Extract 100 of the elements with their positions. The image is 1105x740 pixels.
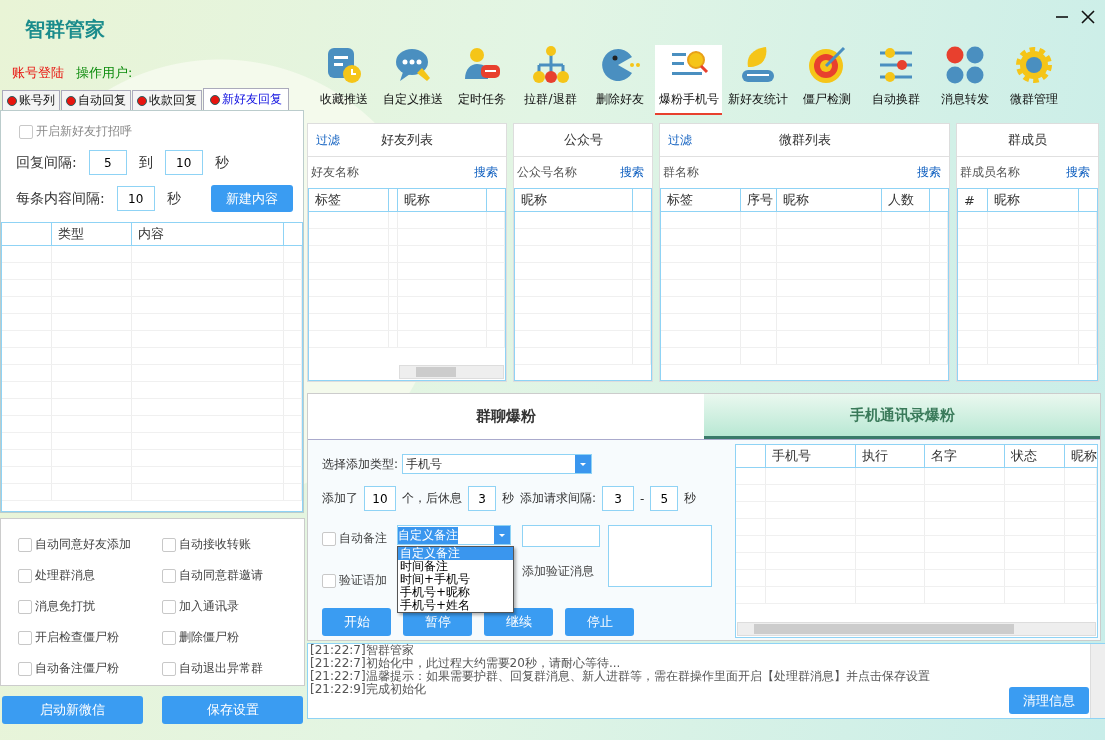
rest-seconds-field[interactable]: 3 (468, 486, 496, 511)
toolbar-button[interactable]: 拉群/退群 (517, 45, 584, 115)
target-icon (806, 45, 847, 85)
type-select[interactable]: 手机号 (402, 454, 593, 474)
option-checkbox[interactable]: 消息免打扰 (18, 598, 162, 615)
toolbar-button[interactable]: 僵尸检测 (793, 45, 860, 115)
filter-link[interactable]: 过滤 (668, 131, 692, 149)
panel-title: 公众号 (563, 131, 603, 149)
panel-title: 微群列表 (778, 131, 831, 149)
verify-checkbox[interactable]: 验证语加 (322, 572, 396, 589)
option-checkbox[interactable]: 处理群消息 (18, 567, 162, 584)
column-header[interactable]: 昵称 (398, 189, 487, 211)
four-dots-icon (944, 45, 985, 85)
rest-label: 个，后休息 (402, 490, 462, 507)
added-count-field[interactable]: 10 (364, 486, 396, 511)
panel-title: 好友列表 (381, 131, 433, 149)
search-link[interactable]: 搜索 (474, 164, 498, 181)
search-label: 群成员名称 (960, 164, 1020, 181)
interval-from-field[interactable]: 5 (88, 150, 127, 175)
horizontal-scrollbar[interactable] (737, 622, 1096, 636)
search-link[interactable]: 搜索 (917, 164, 941, 181)
login-link[interactable]: 账号登陆 (12, 64, 64, 82)
column-header[interactable]: 名字 (925, 445, 1005, 467)
column-header[interactable]: 昵称 (988, 189, 1079, 211)
column-header[interactable]: 类型 (52, 223, 132, 245)
tab[interactable]: 账号列 (2, 90, 60, 110)
unit-label: 秒 (684, 490, 697, 507)
tab[interactable]: 收款回复 (132, 90, 202, 110)
toolbar-button[interactable]: 删除好友 (586, 45, 653, 115)
operator-label: 操作用户: (76, 64, 133, 82)
column-header[interactable]: 手机号 (766, 445, 856, 467)
interval-from-field[interactable]: 3 (602, 486, 635, 511)
content-interval-label: 每条内容间隔: (16, 189, 105, 208)
tab[interactable]: 新好友回复 (203, 88, 289, 110)
option-checkbox[interactable]: 加入通讯录 (162, 598, 304, 615)
reply-interval-label: 回复间隔: (16, 153, 77, 172)
option-checkbox[interactable]: 开启检查僵尸粉 (18, 629, 162, 646)
tab[interactable]: 自动回复 (61, 90, 131, 110)
column-header[interactable]: 人数 (882, 189, 930, 211)
toolbar-button[interactable]: 自定义推送 (379, 45, 446, 115)
column-header[interactable]: 标签 (661, 189, 741, 211)
log-line: [21:22:9]完成初始化 (310, 683, 426, 696)
tab[interactable]: 手机通讯录爆粉 (704, 394, 1100, 439)
unit-label: 秒 (502, 490, 514, 507)
column-header[interactable]: 状态 (1005, 445, 1065, 467)
toolbar-button[interactable]: 微群管理 (1000, 45, 1067, 115)
app-title: 智群管家 (24, 16, 105, 43)
search-link[interactable]: 搜索 (1066, 164, 1090, 181)
type-label: 选择添加类型: (322, 455, 399, 473)
vertical-scrollbar[interactable] (1090, 644, 1105, 718)
option-checkbox[interactable]: 自动备注僵尸粉 (18, 660, 162, 677)
toolbar-button[interactable]: 爆粉手机号 (655, 45, 722, 115)
column-header[interactable]: 标签 (309, 189, 389, 211)
toolbar-button[interactable]: 定时任务 (448, 45, 515, 115)
auto-note-checkbox[interactable]: 自动备注 (322, 530, 387, 547)
interval-label: 添加请求间隔: (520, 490, 597, 507)
column-header[interactable]: 序号 (741, 189, 777, 211)
column-header[interactable]: 昵称 (777, 189, 882, 211)
search-label: 好友名称 (311, 164, 359, 181)
dropdown-option[interactable]: 手机号+昵称 (398, 586, 513, 599)
column-header[interactable]: # (958, 189, 988, 211)
option-checkbox[interactable]: 自动同意好友添加 (18, 536, 162, 553)
column-header[interactable]: 昵称 (515, 189, 633, 211)
status-dot-icon (66, 95, 76, 106)
log-line: [21:22:7]智群管家 (310, 644, 415, 657)
close-icon[interactable] (1081, 10, 1095, 24)
toolbar-button[interactable]: 收藏推送 (310, 45, 377, 115)
toolbar-button[interactable]: 新好友统计 (724, 45, 791, 115)
option-checkbox[interactable]: 删除僵尸粉 (162, 629, 304, 646)
network-icon (530, 45, 571, 85)
option-checkbox[interactable]: 自动接收转账 (162, 536, 304, 553)
column-header[interactable]: 昵称 (1065, 445, 1097, 467)
dash-label: - (640, 491, 645, 506)
panel-title: 群成员 (1008, 131, 1047, 149)
status-dot-icon (137, 95, 147, 106)
gear-icon (1013, 45, 1054, 85)
interval-to-field[interactable]: 5 (650, 486, 679, 511)
to-label: 到 (138, 153, 153, 172)
log-line: [21:22:7]温馨提示：如果需要护群、回复群消息、新人进群等，需在群操作里面开启【处理群消息】并点击保存设置 (310, 670, 931, 683)
search-link[interactable]: 搜索 (620, 164, 644, 181)
toolbar-button[interactable]: 自动换群 (862, 45, 929, 115)
toolbar-button[interactable]: 消息转发 (931, 45, 998, 115)
horizontal-scrollbar[interactable] (399, 365, 504, 379)
note-field[interactable] (522, 525, 600, 547)
column-header[interactable]: 执行 (856, 445, 925, 467)
interval-to-field[interactable]: 10 (164, 150, 203, 175)
status-dot-icon (210, 94, 220, 105)
verify-message-field[interactable] (608, 525, 712, 587)
filter-link[interactable]: 过滤 (316, 131, 340, 149)
dropdown-option[interactable]: 时间+手机号 (398, 573, 513, 586)
column-header[interactable]: 内容 (132, 223, 284, 245)
content-interval-field[interactable]: 10 (116, 186, 155, 211)
dropdown-option[interactable]: 时间备注 (398, 560, 513, 573)
option-checkbox[interactable]: 自动同意群邀请 (162, 567, 304, 584)
added-label: 添加了 (322, 490, 358, 507)
status-dot-icon (7, 95, 17, 106)
search-label: 公众号名称 (517, 164, 577, 181)
log-line: [21:22:7]初始化中，此过程大约需要20秒，请耐心等待... (310, 657, 622, 670)
option-checkbox[interactable]: 自动退出异常群 (162, 660, 304, 677)
unit-label: 秒 (166, 189, 181, 208)
